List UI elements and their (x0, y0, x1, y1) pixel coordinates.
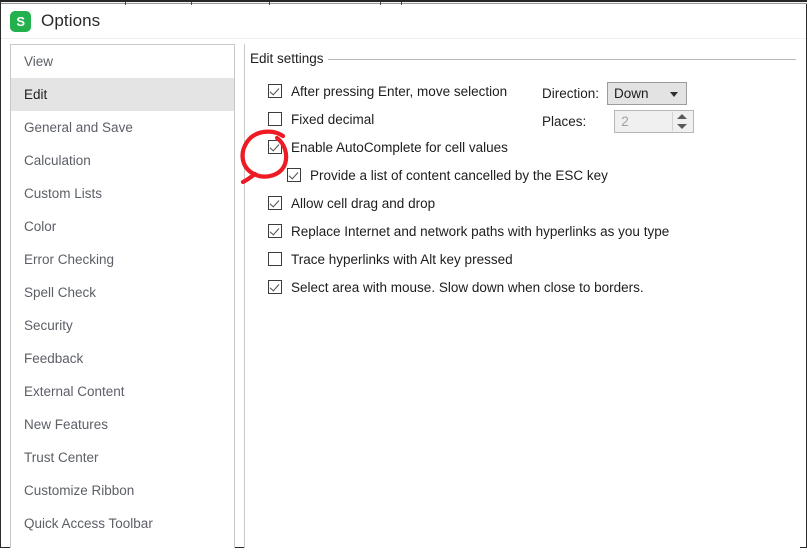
sidebar-item-security[interactable]: Security (11, 309, 234, 342)
checkbox-move-selection[interactable] (268, 84, 282, 98)
checkbox-fixed-decimal[interactable] (268, 112, 282, 126)
checkbox-replace-paths-hyperlinks[interactable] (268, 224, 282, 238)
places-field: Places: 2 (542, 110, 695, 133)
sidebar-item-label: New Features (24, 417, 109, 432)
checkbox-row-replace-paths-hyperlinks[interactable]: Replace Internet and network paths with … (268, 222, 669, 240)
settings-category-list[interactable]: View Edit General and Save Calculation C… (10, 44, 235, 548)
sidebar-item-spell-check[interactable]: Spell Check (11, 276, 234, 309)
sidebar-item-label: Trust Center (24, 450, 99, 465)
spinner-buttons[interactable] (672, 112, 690, 131)
checkbox-label: Select area with mouse. Slow down when c… (291, 279, 644, 295)
checkbox-label: Enable AutoComplete for cell values (291, 139, 508, 155)
window-chrome-strip (1, 0, 807, 6)
checkbox-enable-autocomplete[interactable] (268, 140, 282, 154)
group-rule (327, 59, 796, 60)
sidebar-item-error-checking[interactable]: Error Checking (11, 243, 234, 276)
checkbox-label: After pressing Enter, move selection (291, 83, 508, 99)
checkbox-row-move-selection[interactable]: After pressing Enter, move selection (268, 82, 507, 100)
options-dialog: S Options View Edit General and Save Cal… (0, 0, 807, 548)
sidebar-item-customize-ribbon[interactable]: Customize Ribbon (11, 474, 234, 507)
places-label: Places: (542, 114, 587, 129)
sidebar-item-general-and-save[interactable]: General and Save (11, 111, 234, 144)
direction-label: Direction: (542, 86, 600, 101)
sidebar-item-label: Spell Check (24, 285, 97, 300)
sidebar-item-edit[interactable]: Edit (11, 78, 234, 111)
spreadsheet-app-icon: S (10, 10, 31, 32)
title-bar: S Options (1, 5, 806, 37)
checkbox-row-select-area-mouse[interactable]: Select area with mouse. Slow down when c… (268, 278, 644, 296)
sidebar-item-view[interactable]: View (11, 45, 234, 78)
places-value: 2 (621, 114, 629, 129)
sidebar-item-custom-lists[interactable]: Custom Lists (11, 177, 234, 210)
checkbox-label: Fixed decimal (291, 111, 375, 127)
checkbox-select-area-mouse[interactable] (268, 280, 282, 294)
direction-dropdown[interactable]: Down (607, 82, 688, 105)
dialog-title: Options (41, 11, 101, 30)
sidebar-item-trust-center[interactable]: Trust Center (11, 441, 234, 474)
group-header: Edit settings (250, 51, 796, 66)
group-title: Edit settings (250, 51, 324, 66)
checkbox-label: Replace Internet and network paths with … (291, 223, 670, 239)
sidebar-item-label: View (24, 54, 54, 69)
checkbox-label: Provide a list of content cancelled by t… (310, 167, 608, 183)
sidebar-item-label: Feedback (24, 351, 84, 366)
checkbox-row-trace-hyperlinks[interactable]: Trace hyperlinks with Alt key pressed (268, 250, 513, 268)
direction-value: Down (614, 86, 649, 101)
chevron-down-icon[interactable] (670, 91, 679, 97)
sidebar-item-label: Calculation (24, 153, 91, 168)
sidebar-item-label: Edit (24, 87, 48, 102)
spinner-up-icon[interactable] (676, 114, 687, 120)
checkbox-row-fixed-decimal[interactable]: Fixed decimal (268, 110, 374, 128)
sidebar-item-quick-access-toolbar[interactable]: Quick Access Toolbar (11, 507, 234, 540)
sidebar-item-label: External Content (24, 384, 125, 399)
checkbox-row-provide-esc-list[interactable]: Provide a list of content cancelled by t… (287, 166, 608, 184)
sidebar-item-label: Security (24, 318, 73, 333)
sidebar-item-label: Color (24, 219, 57, 234)
checkbox-trace-hyperlinks[interactable] (268, 252, 282, 266)
sidebar-item-label: Quick Access Toolbar (24, 516, 153, 531)
checkbox-label: Allow cell drag and drop (291, 195, 436, 211)
sidebar-item-label: Customize Ribbon (24, 483, 135, 498)
checkbox-row-cell-drag-drop[interactable]: Allow cell drag and drop (268, 194, 435, 212)
sidebar-item-label: Error Checking (24, 252, 115, 267)
checkbox-cell-drag-drop[interactable] (268, 196, 282, 210)
edit-settings-panel: Edit settings After pressing Enter, move… (244, 44, 800, 548)
sidebar-item-label: Custom Lists (24, 186, 103, 201)
checkbox-provide-esc-list[interactable] (287, 168, 301, 182)
app-icon-glyph: S (16, 13, 25, 29)
direction-field: Direction: Down (542, 82, 688, 105)
checkbox-label: Trace hyperlinks with Alt key pressed (291, 251, 513, 267)
sidebar-item-color[interactable]: Color (11, 210, 234, 243)
sidebar-item-calculation[interactable]: Calculation (11, 144, 234, 177)
sidebar-item-external-content[interactable]: External Content (11, 375, 234, 408)
sidebar-item-feedback[interactable]: Feedback (11, 342, 234, 375)
places-stepper[interactable]: 2 (614, 110, 695, 133)
sidebar-item-new-features[interactable]: New Features (11, 408, 234, 441)
sidebar-item-label: General and Save (24, 120, 133, 135)
checkbox-row-enable-autocomplete[interactable]: Enable AutoComplete for cell values (268, 138, 508, 156)
title-separator (1, 38, 806, 39)
spinner-down-icon[interactable] (676, 123, 687, 129)
